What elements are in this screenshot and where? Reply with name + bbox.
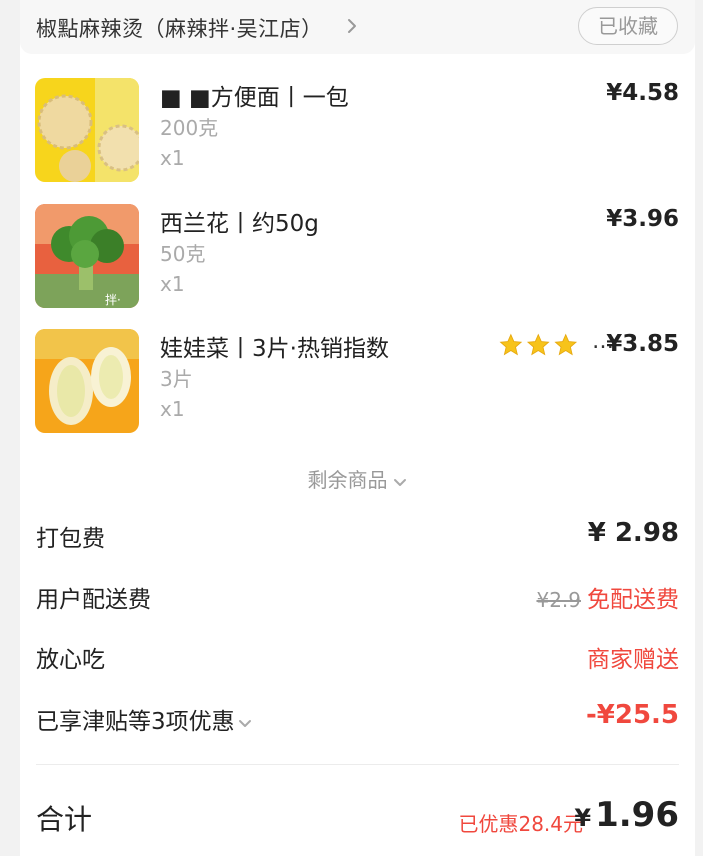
item-price: ¥3.85 bbox=[606, 331, 679, 357]
more-items-toggle[interactable]: 剩余商品 bbox=[20, 464, 695, 493]
currency-symbol: ¥ bbox=[574, 804, 592, 832]
discount-value: -¥25.5 bbox=[585, 700, 679, 730]
chevron-right-icon[interactable] bbox=[342, 16, 362, 36]
chevron-down-icon bbox=[393, 478, 406, 486]
item-spec: 200克 bbox=[160, 116, 219, 140]
star-icon bbox=[526, 333, 550, 356]
more-items-label: 剩余商品 bbox=[307, 468, 388, 492]
fee-label: 放心吃 bbox=[36, 647, 105, 673]
packaging-fee-value: ¥ 2.98 bbox=[587, 518, 679, 548]
delivery-fee-value: ¥2.9 免配送费 bbox=[536, 580, 679, 614]
item-title: 西兰花丨约50g bbox=[160, 211, 319, 237]
order-item[interactable]: ■ ■方便面丨一包 200克 x1 ¥4.58 bbox=[20, 78, 695, 188]
favorite-button[interactable]: 已收藏 bbox=[578, 7, 678, 45]
saved-amount: 已优惠28.4元 bbox=[458, 812, 583, 836]
broccoli-thumbnail: 拌· bbox=[35, 204, 139, 308]
item-price: ¥4.58 bbox=[606, 80, 679, 106]
order-card: 椒點麻辣烫（麻辣拌·吴江店） 已收藏 ■ ■方便面丨一包 200克 x1 ¥4.… bbox=[20, 0, 695, 856]
item-title: 娃娃菜丨3片·热销指数 bbox=[160, 336, 389, 362]
item-title: ■ ■方便面丨一包 bbox=[160, 85, 349, 111]
free-delivery-label: 免配送费 bbox=[587, 587, 679, 613]
order-item[interactable]: 娃娃菜丨3片·热销指数 … 3片 x1 ¥3.85 bbox=[20, 329, 695, 439]
store-header[interactable]: 椒點麻辣烫（麻辣拌·吴江店） 已收藏 bbox=[20, 0, 695, 54]
noodle-thumbnail bbox=[35, 78, 139, 182]
discounts-label[interactable]: 已享津贴等3项优惠 bbox=[36, 702, 253, 736]
total-label: 合计 bbox=[36, 803, 93, 836]
item-spec: 50克 bbox=[160, 242, 206, 266]
star-icon bbox=[499, 333, 523, 356]
star-icon bbox=[554, 333, 578, 356]
item-price: ¥3.96 bbox=[606, 206, 679, 232]
delivery-fee-row: 用户配送费 ¥2.9 免配送费 bbox=[20, 580, 695, 620]
safe-eat-row: 放心吃 商家赠送 bbox=[20, 640, 695, 680]
divider bbox=[36, 764, 679, 765]
item-quantity: x1 bbox=[160, 272, 185, 296]
fee-label: 用户配送费 bbox=[36, 587, 151, 613]
packaging-fee-row: 打包费 ¥ 2.98 bbox=[20, 518, 695, 559]
original-delivery-fee: ¥2.9 bbox=[536, 588, 581, 612]
merchant-gift-label: 商家赠送 bbox=[587, 647, 679, 673]
thumbnail-text: 拌· bbox=[105, 292, 121, 307]
discounts-row[interactable]: 已享津贴等3项优惠 -¥25.5 bbox=[20, 700, 695, 742]
item-quantity: x1 bbox=[160, 146, 185, 170]
chevron-down-icon bbox=[238, 719, 251, 727]
total-row: 合计 已优惠28.4元 ¥1.96 bbox=[20, 795, 695, 845]
item-spec: 3片 bbox=[160, 367, 193, 391]
rating-stars bbox=[499, 333, 578, 356]
item-quantity: x1 bbox=[160, 397, 185, 421]
order-item[interactable]: 拌· 西兰花丨约50g 50克 x1 ¥3.96 bbox=[20, 204, 695, 314]
fee-label: 打包费 bbox=[36, 526, 105, 552]
cabbage-thumbnail bbox=[35, 329, 139, 433]
total-amount: 1.96 bbox=[595, 795, 679, 835]
total-price: ¥1.96 bbox=[574, 795, 679, 835]
store-name[interactable]: 椒點麻辣烫（麻辣拌·吴江店） bbox=[36, 13, 323, 43]
